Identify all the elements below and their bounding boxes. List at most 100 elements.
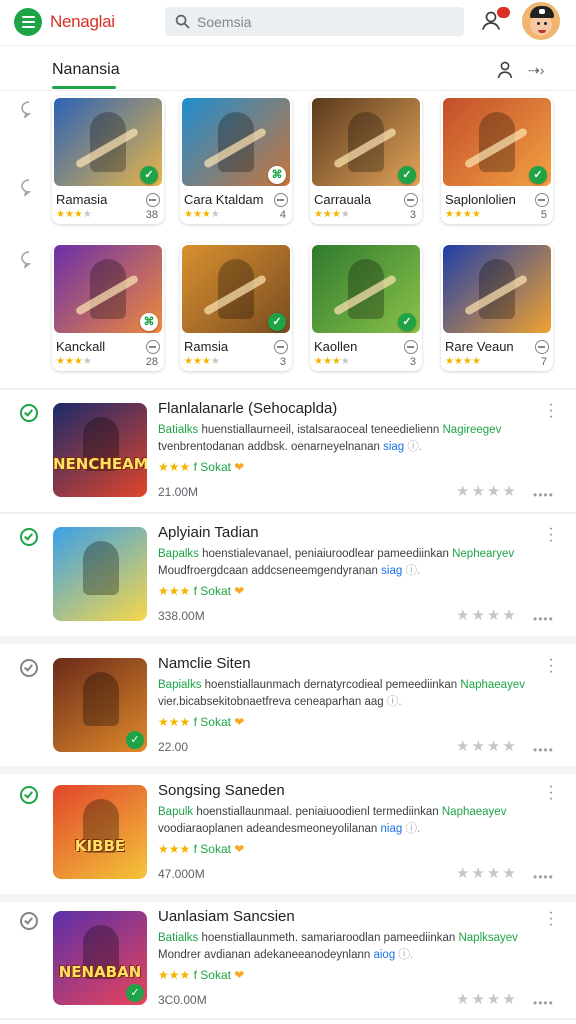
app-card-count: 28: [145, 356, 158, 368]
rating-stars: ★★★★: [314, 356, 350, 367]
heart-icon: ❤: [230, 968, 245, 982]
list-item-title: Aplyiain Tadian: [158, 524, 259, 541]
list-item[interactable]: KIBBE Songsing Saneden Bapulk hoenstiallau…: [0, 779, 576, 906]
heart-icon: ❤: [230, 584, 245, 598]
rate-stars[interactable]: ★★★★: [456, 482, 518, 500]
heart-icon: ❤: [230, 715, 245, 729]
more-dots-icon: ••••: [533, 743, 554, 757]
installed-check-icon: ✓: [268, 313, 286, 331]
app-card[interactable]: ⌘ Kanckall ★★★★ 28: [52, 243, 164, 371]
notification-badge: [497, 7, 510, 18]
list-divider: [0, 1018, 576, 1020]
rate-stars[interactable]: ★★★★: [456, 990, 518, 1008]
app-card-name: Carrauala: [314, 192, 372, 207]
section-tab-indicator: [52, 86, 116, 89]
overflow-menu-icon[interactable]: · · ·: [548, 779, 554, 807]
info-icon: ⓘ.: [402, 823, 421, 835]
thumbnail-logo-text: KIBBE: [74, 837, 126, 855]
app-card[interactable]: ✓ Carrauala ★★★★ 3: [310, 96, 422, 224]
rating-stars: ★★★★: [56, 356, 92, 367]
app-card-name: Ramasia: [56, 192, 108, 207]
more-dots-icon: ••••: [533, 488, 554, 502]
list-item[interactable]: ✓ Namclie Siten Bapialks hoenstiallaunmach…: [0, 652, 576, 779]
remove-circle-icon[interactable]: [146, 340, 160, 354]
app-thumbnail[interactable]: [53, 527, 147, 621]
more-dots-icon: ••••: [533, 612, 554, 626]
status-check-icon[interactable]: [20, 912, 38, 930]
app-card[interactable]: ✓ Ramasia ★★★★ 38: [52, 96, 164, 224]
list-item[interactable]: Aplyiain Tadian Bapalks hoenstialevanael,…: [0, 521, 576, 648]
list-item-rating: ★★★ f Sokat ❤: [158, 584, 245, 598]
remove-circle-icon[interactable]: [274, 340, 288, 354]
overflow-menu-icon[interactable]: · · ·: [548, 905, 554, 933]
list-item[interactable]: NENCHEAM Flanlalanarle (Sehocaplda) Batial…: [0, 397, 576, 524]
overflow-menu-icon[interactable]: · · ·: [548, 397, 554, 425]
app-card[interactable]: ⌘ Cara Ktaldam ★★★★ 4: [180, 96, 292, 224]
remove-circle-icon[interactable]: [274, 193, 288, 207]
overflow-menu-icon[interactable]: · · ·: [548, 521, 554, 549]
app-card[interactable]: ✓ Ramsia ★★★★ 3: [180, 243, 292, 371]
remove-circle-icon[interactable]: [404, 340, 418, 354]
remove-circle-icon[interactable]: [535, 340, 549, 354]
list-divider: [0, 636, 576, 644]
rating-stars: ★★★★: [56, 209, 92, 220]
rate-stars[interactable]: ★★★★: [456, 606, 518, 624]
search-input[interactable]: [197, 13, 447, 30]
list-item-description: Bapulk hoenstiallaunmaal. peniaiuoodienl…: [158, 806, 507, 835]
app-card[interactable]: ✓ Saplonlolien ★★★★ 5: [441, 96, 553, 224]
remove-circle-icon[interactable]: [404, 193, 418, 207]
list-item-rating: ★★★ f Sokat ❤: [158, 842, 245, 856]
app-thumbnail[interactable]: ✓: [53, 658, 147, 752]
installed-check-icon: ✓: [140, 166, 158, 184]
account-notifications-button[interactable]: [480, 7, 510, 34]
app-card-count: 7: [540, 356, 547, 368]
remove-circle-icon[interactable]: [535, 193, 549, 207]
app-card-name: Saplonlolien: [445, 192, 516, 207]
app-card[interactable]: ✓ Kaollen ★★★★ 3: [310, 243, 422, 371]
status-check-icon[interactable]: [20, 404, 38, 422]
chat-bubble-icon[interactable]: [20, 178, 38, 196]
status-check-icon[interactable]: [20, 528, 38, 546]
rate-stars[interactable]: ★★★★: [456, 737, 518, 755]
overflow-menu-icon[interactable]: · · ·: [548, 652, 554, 680]
remove-circle-icon[interactable]: [146, 193, 160, 207]
more-dots-icon: ••••: [533, 996, 554, 1010]
chat-bubble-icon[interactable]: [20, 100, 38, 118]
installed-check-icon: ✓: [529, 166, 547, 184]
list-item-title: Uanlasiam Sancsien: [158, 908, 295, 925]
rating-stars: ★★★★: [445, 356, 481, 367]
list-item-size: 22.00: [158, 740, 189, 754]
list-item[interactable]: NENABAN ✓ Uanlasiam Sancsien Batialks hoens…: [0, 905, 576, 1024]
installed-check-icon: ✓: [126, 731, 144, 749]
list-item-size: 3C0.00M: [158, 993, 207, 1007]
app-card-name: Kaollen: [314, 339, 358, 354]
installed-check-icon: ✓: [398, 313, 416, 331]
app-thumbnail[interactable]: NENCHEAM: [53, 403, 147, 497]
list-item-description: Batialks hoenstiallaunmeth. samariaroodl…: [158, 932, 518, 961]
app-thumbnail[interactable]: KIBBE: [53, 785, 147, 879]
menu-icon[interactable]: [14, 8, 42, 36]
thumbnail-logo-text: NENCHEAM: [53, 455, 147, 473]
status-check-icon[interactable]: [20, 659, 38, 677]
rate-stars[interactable]: ★★★★: [456, 864, 518, 882]
app-card-count: 3: [409, 209, 416, 221]
list-item-title: Flanlalanarle (Sehocaplda): [158, 400, 338, 417]
app-thumbnail[interactable]: NENABAN ✓: [53, 911, 147, 1005]
avatar[interactable]: [522, 2, 560, 40]
list-divider: [0, 894, 576, 902]
info-icon: ⓘ.: [395, 949, 414, 961]
app-card-name: Cara Ktaldam: [184, 192, 264, 207]
info-icon: ⓘ.: [404, 441, 423, 453]
status-check-icon[interactable]: [20, 786, 38, 804]
search-bar[interactable]: [165, 7, 464, 36]
heart-icon: ❤: [230, 460, 245, 474]
chat-bubble-icon[interactable]: [20, 250, 38, 268]
app-card-count: 5: [540, 209, 547, 221]
rating-stars: ★★★★: [184, 209, 220, 220]
more-dots-icon: ••••: [533, 870, 554, 884]
search-icon: [175, 14, 190, 29]
swap-arrows-icon[interactable]: ⇢›: [528, 62, 544, 79]
heart-icon: ❤: [230, 842, 245, 856]
app-card[interactable]: Rare Veaun ★★★★ 7: [441, 243, 553, 371]
person-icon[interactable]: [497, 61, 513, 79]
